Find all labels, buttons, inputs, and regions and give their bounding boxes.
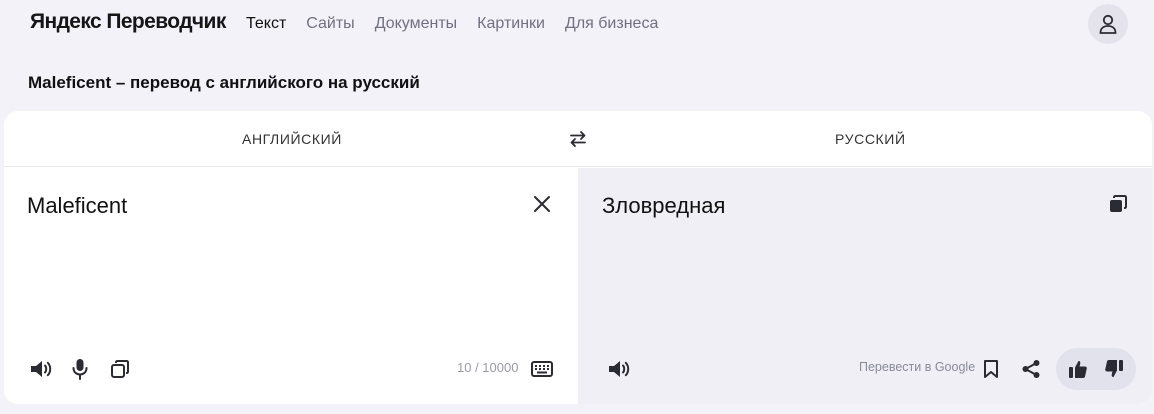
keyboard-icon[interactable] — [529, 356, 555, 382]
source-pane[interactable]: Maleficent 10 / 10000 — [4, 168, 578, 404]
thumbs-down-icon[interactable] — [1101, 356, 1127, 382]
speaker-icon[interactable] — [28, 356, 54, 382]
translator-panel: Английский Русский Maleficent — [4, 111, 1152, 404]
bookmark-icon[interactable] — [979, 356, 1003, 382]
microphone-icon[interactable] — [68, 356, 92, 382]
clear-icon[interactable] — [530, 192, 554, 216]
user-avatar-button[interactable] — [1088, 4, 1128, 44]
logo[interactable]: Яндекс Переводчик — [30, 10, 226, 34]
source-language-selector[interactable]: Английский — [242, 131, 342, 147]
nav-item-business[interactable]: Для бизнеса — [565, 15, 658, 33]
character-counter: 10 / 10000 — [457, 360, 519, 375]
source-text-input[interactable]: Maleficent — [27, 193, 127, 219]
translate-in-google-link[interactable]: Перевести в Google — [859, 360, 975, 374]
result-speaker-icon[interactable] — [606, 356, 632, 382]
language-bar: Английский Русский — [4, 111, 1152, 167]
swap-languages-icon[interactable] — [568, 129, 588, 149]
nav-item-images[interactable]: Картинки — [477, 15, 545, 33]
share-icon[interactable] — [1018, 356, 1044, 382]
translation-result: Зловредная — [602, 193, 726, 218]
main-nav: Текст Сайты Документы Картинки Для бизне… — [246, 15, 658, 33]
target-language-selector[interactable]: Русский — [835, 131, 906, 147]
nav-item-documents[interactable]: Документы — [375, 15, 457, 33]
page-title: Maleficent – перевод с английского на ру… — [28, 73, 420, 92]
result-pane: Зловредная Перевести в Google — [578, 168, 1152, 404]
nav-item-sites[interactable]: Сайты — [306, 15, 354, 33]
copy-result-icon[interactable] — [1106, 192, 1130, 216]
nav-item-text[interactable]: Текст — [246, 15, 286, 33]
user-icon — [1099, 14, 1117, 34]
thumbs-up-icon[interactable] — [1065, 356, 1091, 382]
copy-icon[interactable] — [107, 356, 133, 382]
top-bar: Яндекс Переводчик Текст Сайты Документы … — [0, 0, 1154, 50]
feedback-group — [1056, 348, 1136, 390]
